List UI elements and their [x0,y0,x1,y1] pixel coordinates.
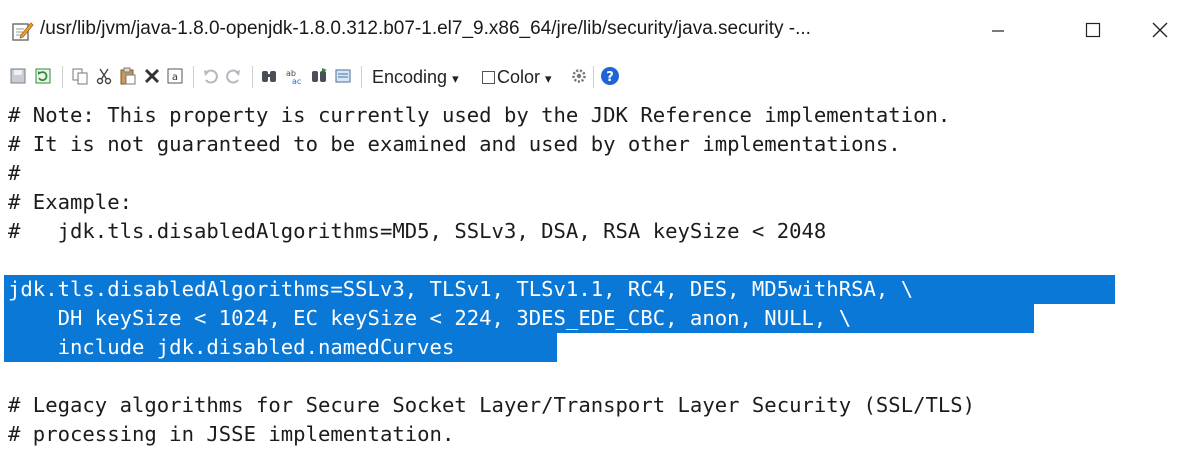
encoding-menu[interactable]: Encoding ▾ [372,67,459,88]
cut-icon[interactable] [94,66,114,86]
toolbar-separator [193,66,194,88]
redo-icon[interactable] [224,66,244,86]
code-line-selected: include jdk.disabled.namedCurves [8,335,455,359]
code-line: # Note: This property is currently used … [8,103,951,127]
encoding-label: Encoding [372,67,448,87]
toolbar-separator [62,66,63,88]
minimize-icon [992,30,1004,32]
save-icon[interactable] [8,66,28,86]
code-line: # Example: [8,190,132,214]
copy-icon[interactable] [70,66,90,86]
color-menu[interactable]: Color ▾ [482,67,552,88]
notepad-edit-icon[interactable] [12,20,34,42]
select-all-icon[interactable]: a [165,66,185,86]
gear-icon[interactable] [569,66,589,86]
view-icon[interactable] [333,66,353,86]
code-line-selected: jdk.tls.disabledAlgorithms=SSLv3, TLSv1,… [8,277,914,301]
title-bar: /usr/lib/jvm/java-1.8.0-openjdk-1.8.0.31… [0,0,1195,58]
paste-icon[interactable] [118,66,138,86]
svg-text:?: ? [606,70,614,85]
svg-text:ac: ac [292,77,301,85]
find-icon[interactable] [259,66,279,86]
undo-icon[interactable] [200,66,220,86]
minimize-button[interactable] [968,8,1028,52]
code-line: # processing in JSSE implementation. [8,422,455,446]
checkbox-icon[interactable] [482,71,495,84]
code-line: # It is not guaranteed to be examined an… [8,132,901,156]
chevron-down-icon: ▾ [545,71,552,86]
close-button[interactable] [1130,8,1190,52]
toolbar: a ab ac Encoding ▾ Color ▾ ? [0,58,1195,94]
chevron-down-icon: ▾ [452,71,459,86]
window-title: /usr/lib/jvm/java-1.8.0-openjdk-1.8.0.31… [40,18,811,39]
maximize-icon [1085,22,1101,38]
toolbar-separator [361,66,362,88]
toolbar-separator [252,66,253,88]
code-line: # [8,161,21,185]
close-icon [1152,22,1168,38]
find-next-icon[interactable] [309,66,329,86]
maximize-button[interactable] [1063,8,1123,52]
code-line: # jdk.tls.disabledAlgorithms=MD5, SSLv3,… [8,219,827,243]
code-line: # Legacy algorithms for Secure Socket La… [8,393,976,417]
help-icon[interactable]: ? [600,66,620,86]
svg-text:a: a [172,72,178,83]
color-label: Color [497,67,541,87]
replace-icon[interactable]: ab ac [284,66,304,86]
delete-icon[interactable] [142,66,162,86]
code-line-selected: DH keySize < 1024, EC keySize < 224, 3DE… [8,306,852,330]
text-editor[interactable]: # Note: This property is currently used … [0,96,1195,464]
toolbar-separator [593,66,594,88]
reload-icon[interactable] [33,66,53,86]
